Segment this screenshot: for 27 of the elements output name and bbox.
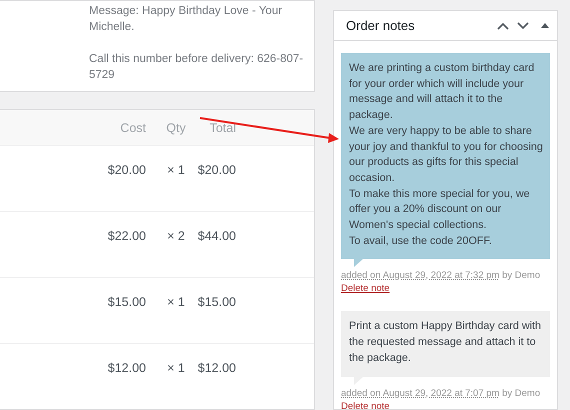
note-meta: added on August 29, 2022 at 7:07 pm by Demo — [341, 386, 542, 400]
note-text: We are very happy to be able to share your joy and thankful to you for choosing our products as gifts for this special occasion. — [349, 124, 544, 186]
cost-cell-text: $20.00 — [106, 163, 146, 177]
total-cell-text: $15.00 — [196, 295, 236, 309]
quantity-cell-text: × 1 — [166, 295, 186, 309]
quantity-cell-text: × 1 — [166, 361, 186, 375]
quantity-cell-text: × 1 — [166, 163, 186, 177]
customer-note-text: Call this number before delivery: 626-807-5729 — [89, 52, 304, 83]
note-text: To avail, use the code 20OFF. — [349, 234, 493, 249]
customer-note-text: Message: Happy Birthday Love - Your Michelle. — [89, 4, 284, 35]
note-text: To make this more special for you, we offer you a 20% discount on our Women's special collections. — [349, 186, 531, 234]
delete-note-link[interactable]: Delete note — [341, 400, 550, 410]
total-cell-text: $20.00 — [196, 163, 236, 177]
cost-cell-text: $15.00 — [106, 295, 146, 309]
note-text: Print a custom Happy Birthday card with the requested message and attach it to the package. — [349, 319, 542, 366]
total-cell-text: $44.00 — [196, 229, 236, 243]
column-header: Qty — [165, 120, 187, 134]
note-meta: added on August 29, 2022 at 7:32 pm by Demo — [341, 269, 542, 282]
column-header: Total — [208, 120, 236, 134]
delete-note-link[interactable]: Delete note — [341, 282, 550, 296]
note-text: We are printing a custom birthday card for your order which will include your message and will attach it to the package. — [349, 61, 536, 124]
cost-cell-text: $12.00 — [106, 361, 146, 375]
panel-title: Order notes — [346, 18, 416, 33]
column-header: Cost — [119, 120, 146, 134]
cost-cell-text: $22.00 — [106, 229, 146, 243]
total-cell-text: $12.00 — [196, 361, 236, 375]
quantity-cell-text: × 2 — [166, 229, 186, 243]
